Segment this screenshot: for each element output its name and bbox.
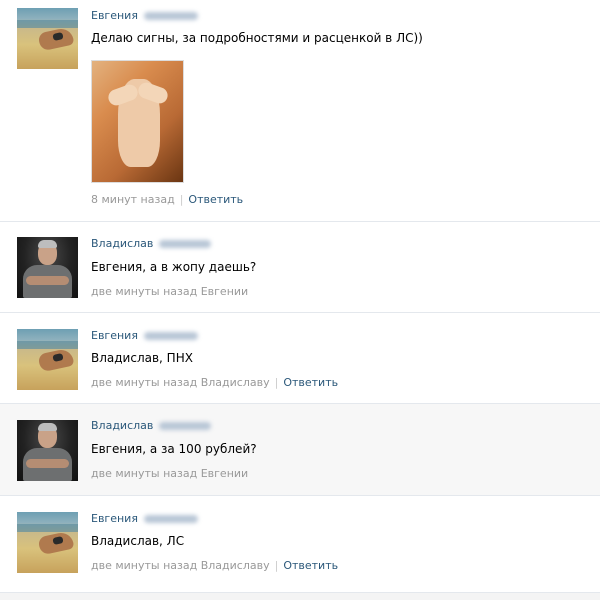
comment-time[interactable]: 8 минут назад bbox=[91, 193, 175, 206]
beach-woman-avatar[interactable] bbox=[17, 329, 78, 390]
blurred-surname bbox=[143, 332, 198, 340]
comment-author[interactable]: Евгения bbox=[91, 9, 198, 22]
comment-text: Владислав, ЛС bbox=[91, 534, 185, 548]
blurred-surname bbox=[143, 515, 198, 523]
blurred-surname bbox=[159, 422, 212, 430]
meta-separator: | bbox=[179, 193, 184, 206]
comment-text: Владислав, ПНХ bbox=[91, 351, 193, 365]
comment-item: Евгения Владислав, ЛС две минуты назад В… bbox=[0, 496, 600, 592]
comment-time[interactable]: две минуты назад Владиславу bbox=[91, 376, 270, 389]
man-avatar[interactable] bbox=[17, 420, 78, 481]
comment-meta: две минуты назад Евгении bbox=[91, 467, 248, 480]
meta-separator: | bbox=[274, 376, 279, 389]
blurred-surname bbox=[143, 12, 198, 20]
author-name[interactable]: Евгения bbox=[91, 9, 138, 22]
comment-time[interactable]: две минуты назад Владиславу bbox=[91, 559, 270, 572]
comment-item: Евгения Делаю сигны, за подробностями и … bbox=[0, 0, 600, 222]
beach-woman-avatar[interactable] bbox=[17, 8, 78, 69]
comment-item: Евгения Владислав, ПНХ две минуты назад … bbox=[0, 313, 600, 404]
comment-author[interactable]: Владислав bbox=[91, 419, 212, 432]
comment-text: Делаю сигны, за подробностями и расценко… bbox=[91, 31, 423, 45]
attached-photo[interactable] bbox=[91, 60, 184, 183]
comment-meta: 8 минут назад | Ответить bbox=[91, 193, 243, 206]
author-name[interactable]: Владислав bbox=[91, 237, 153, 250]
comment-time[interactable]: две минуты назад Евгении bbox=[91, 285, 248, 298]
man-avatar[interactable] bbox=[17, 237, 78, 298]
comment-meta: две минуты назад Владиславу | Ответить bbox=[91, 376, 338, 389]
author-name[interactable]: Евгения bbox=[91, 329, 138, 342]
author-name[interactable]: Евгения bbox=[91, 512, 138, 525]
comment-item: Владислав Евгения, а за 100 рублей? две … bbox=[0, 404, 600, 496]
comment-author[interactable]: Владислав bbox=[91, 237, 212, 250]
comment-author[interactable]: Евгения bbox=[91, 512, 198, 525]
reply-button[interactable]: Ответить bbox=[283, 559, 338, 572]
reply-button[interactable]: Ответить bbox=[188, 193, 243, 206]
comment-text: Евгения, а за 100 рублей? bbox=[91, 442, 257, 456]
reply-button[interactable]: Ответить bbox=[283, 376, 338, 389]
comment-meta: две минуты назад Владиславу | Ответить bbox=[91, 559, 338, 572]
comment-text: Евгения, а в жопу даешь? bbox=[91, 260, 257, 274]
beach-woman-avatar[interactable] bbox=[17, 512, 78, 573]
comment-author[interactable]: Евгения bbox=[91, 329, 198, 342]
blurred-surname bbox=[159, 240, 212, 248]
comment-item: Владислав Евгения, а в жопу даешь? две м… bbox=[0, 222, 600, 313]
comment-time[interactable]: две минуты назад Евгении bbox=[91, 467, 248, 480]
meta-separator: | bbox=[274, 559, 279, 572]
comment-meta: две минуты назад Евгении bbox=[91, 285, 248, 298]
author-name[interactable]: Владислав bbox=[91, 419, 153, 432]
